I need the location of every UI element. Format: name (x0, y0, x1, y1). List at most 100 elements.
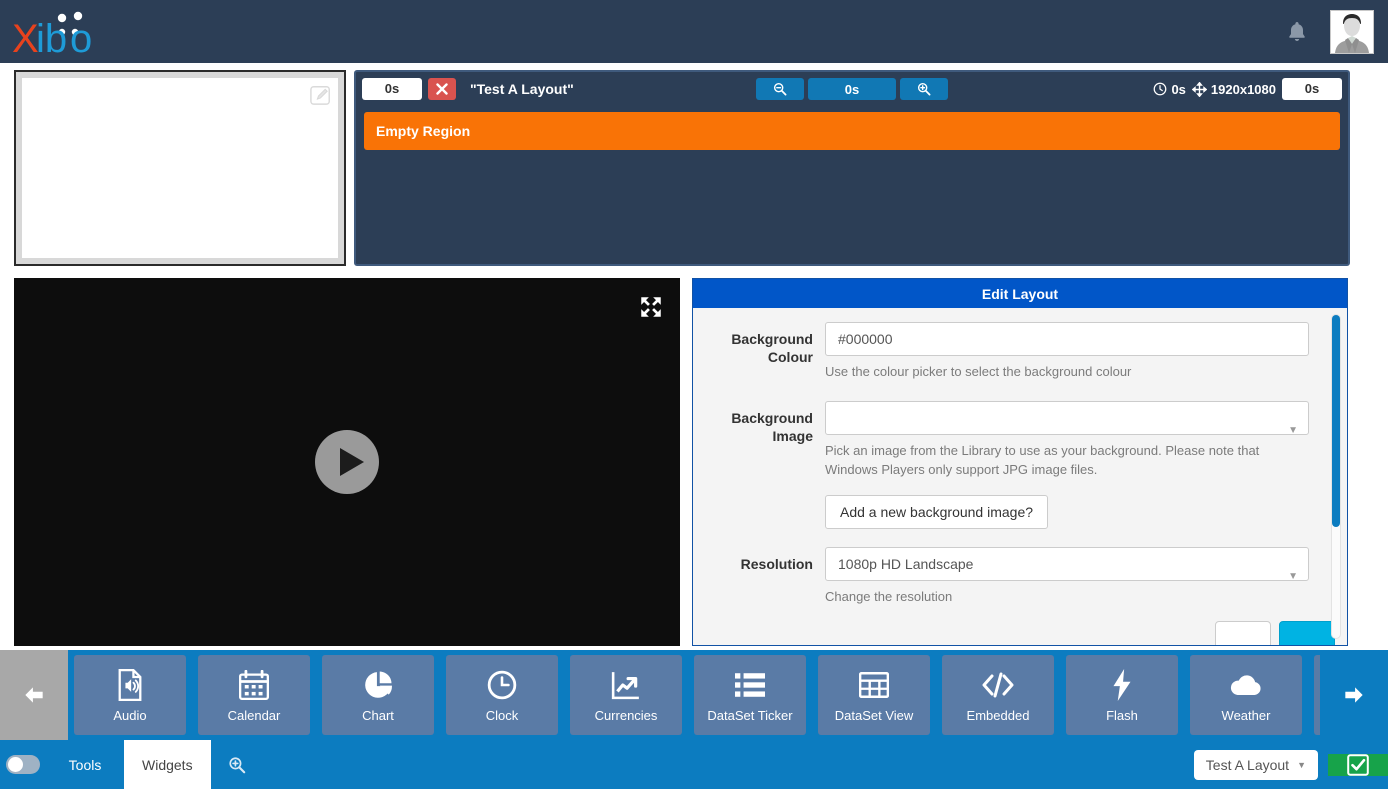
widget-dataset-view[interactable]: DataSet View (818, 655, 930, 735)
layout-duration: 0s (1153, 82, 1185, 97)
zoom-in-button[interactable] (900, 78, 948, 100)
layout-canvas[interactable] (22, 78, 338, 258)
timeline-panel: 0s "Test A Layout" 0s (354, 70, 1350, 266)
edit-layout-form: Background Colour #000000 Use the colour… (693, 308, 1347, 646)
widget-calendar[interactable]: Calendar (198, 655, 310, 735)
xibo-logo[interactable]: X ib o (12, 6, 96, 58)
toggle-pill[interactable] (6, 755, 40, 774)
widget-audio[interactable]: Audio (74, 655, 186, 735)
clock-icon (487, 668, 517, 702)
background-image-row: Background Image ▼ Pick an image from th… (693, 401, 1319, 529)
expand-arrows-icon[interactable] (638, 294, 664, 320)
magnifier-plus-icon (228, 756, 246, 774)
widget-label: Flash (1106, 708, 1138, 723)
timeline-toolbar: 0s "Test A Layout" 0s (356, 72, 1348, 106)
background-colour-field: #000000 Use the colour picker to select … (825, 322, 1319, 381)
background-image-field: ▼ Pick an image from the Library to use … (825, 401, 1319, 529)
avatar-image (1331, 11, 1373, 53)
tab-widgets[interactable]: Widgets (124, 740, 211, 789)
widget-toolbar: Audio Calendar Chart Clock (0, 650, 1388, 740)
clock-icon (1153, 82, 1167, 96)
svg-text:X: X (12, 17, 39, 58)
svg-text:o: o (70, 17, 92, 58)
widget-label: Calendar (228, 708, 281, 723)
resolution-row: Resolution 1080p HD Landscape ▼ Change t… (693, 547, 1319, 606)
background-image-select[interactable]: ▼ (825, 401, 1309, 435)
panel-scrollbar-thumb[interactable] (1332, 315, 1340, 527)
timeline-meta: 0s 1920x1080 0s (1153, 78, 1342, 100)
add-background-image-button[interactable]: Add a new background image? (825, 495, 1048, 529)
check-square-icon (1347, 754, 1369, 776)
background-colour-help: Use the colour picker to select the back… (825, 362, 1309, 381)
timeline-end-badge: 0s (1282, 78, 1342, 100)
widget-next-button[interactable] (1320, 650, 1388, 740)
navbar-right (1274, 0, 1388, 63)
empty-region-bar[interactable]: Empty Region (364, 112, 1340, 150)
table-icon (859, 668, 889, 702)
timeline-zoom-controls: 0s (756, 78, 948, 100)
magnifier-minus-icon (773, 82, 787, 96)
timeline-start-badge: 0s (362, 78, 422, 100)
resolution-label: Resolution (693, 547, 825, 606)
layout-video-preview[interactable] (14, 278, 680, 646)
widget-label: Clock (486, 708, 519, 723)
code-icon (982, 668, 1014, 702)
layout-selector-dropdown[interactable]: Test A Layout ▼ (1194, 750, 1318, 780)
top-navbar: X ib o (0, 0, 1388, 63)
list-icon (735, 668, 765, 702)
widget-dataset-ticker[interactable]: DataSet Ticker (694, 655, 806, 735)
magnifier-plus-icon (917, 82, 931, 96)
zoom-value[interactable]: 0s (808, 78, 896, 100)
widget-list: Audio Calendar Chart Clock (68, 650, 1320, 740)
widget-chart[interactable]: Chart (322, 655, 434, 735)
chevron-down-icon: ▼ (1288, 415, 1298, 447)
play-circle-icon[interactable] (313, 428, 381, 496)
panel-scrollbar[interactable] (1331, 314, 1341, 639)
widget-weather[interactable]: Weather (1190, 655, 1302, 735)
close-layout-button[interactable] (428, 78, 456, 100)
zoom-out-button[interactable] (756, 78, 804, 100)
empty-region-label: Empty Region (376, 123, 470, 139)
pencil-square-icon[interactable] (310, 84, 332, 106)
background-colour-input[interactable]: #000000 (825, 322, 1309, 356)
widget-label: Weather (1222, 708, 1271, 723)
edit-layout-footer (1215, 621, 1335, 646)
resolution-select[interactable]: 1080p HD Landscape ▼ (825, 547, 1309, 581)
widget-label: DataSet View (835, 708, 914, 723)
layout-resolution-value: 1920x1080 (1211, 82, 1276, 97)
layout-selector-label: Test A Layout (1206, 757, 1289, 773)
background-colour-row: Background Colour #000000 Use the colour… (693, 322, 1319, 381)
bell-icon[interactable] (1274, 0, 1320, 63)
widget-label: DataSet Ticker (707, 708, 792, 723)
resolution-help: Change the resolution (825, 587, 1309, 606)
widget-clock[interactable]: Clock (446, 655, 558, 735)
widget-label: Audio (113, 708, 146, 723)
bell-glyph (1287, 21, 1307, 43)
layout-duration-value: 0s (1171, 82, 1185, 97)
widget-prev-button[interactable] (0, 650, 68, 740)
tab-tools[interactable]: Tools (46, 740, 124, 789)
background-image-label: Background Image (693, 401, 825, 529)
toggle-switch-icon[interactable] (0, 740, 46, 789)
resolution-value: 1080p HD Landscape (838, 556, 973, 572)
save-button[interactable] (1279, 621, 1335, 646)
background-colour-label: Background Colour (693, 322, 825, 381)
cancel-button[interactable] (1215, 621, 1271, 646)
save-layout-button[interactable] (1328, 754, 1388, 776)
cloud-icon (1229, 668, 1263, 702)
arrow-left-icon (21, 682, 47, 708)
widget-flash[interactable]: Flash (1066, 655, 1178, 735)
widget-embedded[interactable]: Embedded (942, 655, 1054, 735)
xibo-layout-editor: X ib o (0, 0, 1388, 789)
chevron-down-icon: ▼ (1297, 760, 1306, 770)
bolt-icon (1112, 668, 1132, 702)
layout-resolution: 1920x1080 (1192, 82, 1276, 97)
file-audio-icon (116, 668, 144, 702)
search-button[interactable] (211, 740, 263, 789)
chevron-down-icon: ▼ (1288, 561, 1298, 593)
widget-label: Chart (362, 708, 394, 723)
avatar[interactable] (1330, 10, 1374, 54)
resolution-field: 1080p HD Landscape ▼ Change the resoluti… (825, 547, 1319, 606)
layout-preview-thumbnail[interactable] (14, 70, 346, 266)
widget-currencies[interactable]: Currencies (570, 655, 682, 735)
